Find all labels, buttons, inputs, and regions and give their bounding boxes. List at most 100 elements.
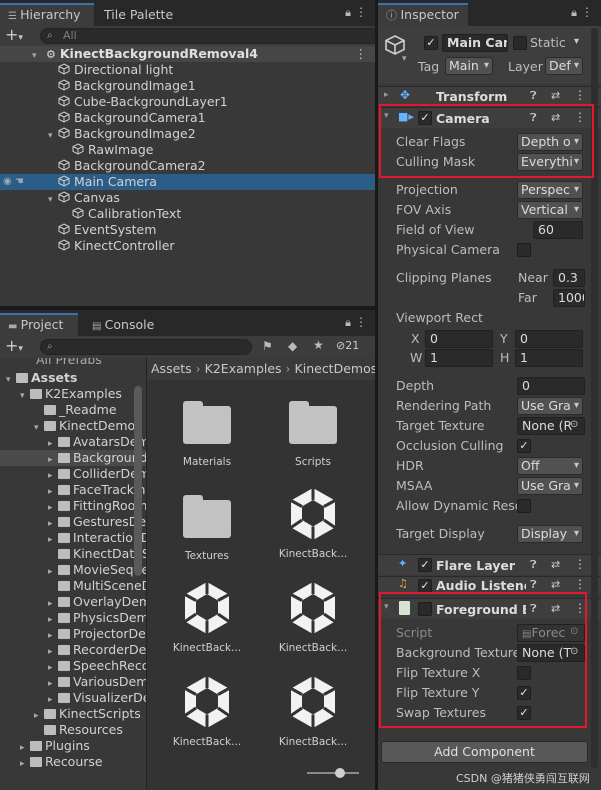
viewport-w-field[interactable]: 1 xyxy=(425,349,493,367)
project-tree-item[interactable]: _Readme xyxy=(0,402,146,418)
project-tree-item[interactable]: ▸FittingRoomDemo xyxy=(0,498,146,514)
chevron-right-icon[interactable]: ▸ xyxy=(20,756,30,772)
add-button[interactable]: +▾ xyxy=(5,26,23,47)
hdr-dropdown[interactable]: Off xyxy=(517,457,583,475)
hierarchy-item[interactable]: KinectController xyxy=(0,238,375,254)
depth-field[interactable]: 0 xyxy=(517,377,585,395)
hierarchy-item[interactable]: Directional light xyxy=(0,62,375,78)
project-tree-item[interactable]: MultiSceneDemo xyxy=(0,578,146,594)
project-tree-item[interactable]: ▸BackgroundRemovalDemo xyxy=(0,450,146,466)
tab-inspector[interactable]: ⓘ Inspector xyxy=(378,3,468,26)
flare-layer-component-header[interactable]: ✦ ✓ Flare Layer ❓︎ ⇄ ⋮ xyxy=(378,554,601,575)
breadcrumb-item[interactable]: K2Examples xyxy=(205,361,282,376)
visibility-eye-icon[interactable]: ◉ ☚ xyxy=(3,174,24,190)
project-tree-item[interactable]: ▸SpeechRecognitionDemo xyxy=(0,658,146,674)
tab-console[interactable]: ▤ Console xyxy=(84,313,162,336)
msaa-dropdown[interactable]: Use Gra xyxy=(517,477,583,495)
zoom-slider[interactable] xyxy=(307,768,359,778)
viewport-y-field[interactable]: 0 xyxy=(515,330,583,348)
hierarchy-item[interactable]: ▾ Canvas xyxy=(0,190,375,206)
occlusion-culling-checkbox[interactable]: ✓ xyxy=(517,439,531,453)
static-dropdown-arrow[interactable]: ▾ xyxy=(574,36,579,47)
breadcrumb-item[interactable]: KinectDemos xyxy=(295,361,375,376)
hidden-packages-toggle[interactable]: ⊘21 xyxy=(336,339,359,352)
breadcrumb-item[interactable]: Assets xyxy=(151,361,192,376)
project-tree-item[interactable]: ▸ Plugins xyxy=(0,738,146,754)
fov-field[interactable]: 60 xyxy=(533,221,583,239)
hierarchy-item[interactable]: ▾ BackgroundImage2 xyxy=(0,126,375,142)
more-options-icon[interactable]: ⋮ xyxy=(574,557,586,571)
project-tree-item[interactable]: ▸VisualizerDemo xyxy=(0,690,146,706)
project-tree-item[interactable]: ▸GesturesDemo xyxy=(0,514,146,530)
zoom-slider-handle[interactable] xyxy=(335,768,345,778)
hierarchy-item[interactable]: CalibrationText xyxy=(0,206,375,222)
hierarchy-item[interactable]: BackgroundCamera1 xyxy=(0,110,375,126)
asset-scene[interactable]: KinectBack... xyxy=(261,580,365,654)
physical-camera-checkbox[interactable] xyxy=(517,243,531,257)
lock-icon[interactable]: 🔒︎ xyxy=(345,6,351,20)
layer-dropdown[interactable]: Def xyxy=(545,57,583,75)
tab-hierarchy[interactable]: ☰ Hierarchy xyxy=(0,3,94,26)
lock-icon[interactable]: 🔒︎ xyxy=(571,6,577,20)
rendering-path-dropdown[interactable]: Use Gra xyxy=(517,397,583,415)
icon-dropdown-arrow[interactable]: ▾ xyxy=(402,54,407,64)
more-options-icon[interactable]: ⋮ xyxy=(355,46,368,62)
project-tree-item[interactable]: ▸AvatarsDemo xyxy=(0,434,146,450)
project-tree-item[interactable]: ▸PhysicsDemo xyxy=(0,610,146,626)
project-tree-item[interactable]: ▸FaceTrackingDemo xyxy=(0,482,146,498)
search-input[interactable]: ⌕ xyxy=(40,339,252,355)
flare-enabled-checkbox[interactable]: ✓ xyxy=(418,558,432,572)
object-name-field[interactable]: Main Cam xyxy=(442,34,508,52)
project-tree-item[interactable]: ▸RecorderDemo xyxy=(0,642,146,658)
asset-folder[interactable]: Materials xyxy=(155,392,259,468)
project-tree-item[interactable]: KinectDataServer xyxy=(0,546,146,562)
near-field[interactable]: 0.3 xyxy=(553,269,585,287)
far-field[interactable]: 1000 xyxy=(553,289,585,307)
scene-row[interactable]: ▾ ⚙ KinectBackgroundRemoval4 ⋮ xyxy=(0,46,375,62)
project-tree-item[interactable]: ▾ Assets xyxy=(0,370,146,386)
hierarchy-item[interactable]: RawImage xyxy=(0,142,375,158)
add-button[interactable]: +▾ xyxy=(5,337,23,358)
preset-icon[interactable]: ⇄ xyxy=(551,89,560,102)
transform-component-header[interactable]: ▸ ✥ Transform ❓︎ ⇄ ⋮ xyxy=(378,86,601,106)
target-display-dropdown[interactable]: Display xyxy=(517,525,583,543)
tree-scrollbar[interactable] xyxy=(134,386,142,576)
more-options-icon[interactable]: ⋮ xyxy=(355,315,367,329)
hierarchy-item[interactable]: BackgroundCamera2 xyxy=(0,158,375,174)
project-tree-item[interactable]: ▸ Recourse xyxy=(0,754,146,770)
favorite-icon[interactable]: ★ xyxy=(313,338,324,352)
tag-dropdown[interactable]: Main xyxy=(445,57,493,75)
active-checkbox[interactable]: ✓ xyxy=(424,36,438,50)
static-checkbox[interactable] xyxy=(513,36,527,50)
project-tree-item[interactable]: ▸MovieSequenceDemo xyxy=(0,562,146,578)
asset-scene[interactable]: KinectBack... xyxy=(155,580,259,654)
project-tree-item[interactable]: ▾ K2Examples xyxy=(0,386,146,402)
add-component-button[interactable]: Add Component xyxy=(381,741,588,763)
tab-tile-palette[interactable]: Tile Palette xyxy=(96,3,181,26)
asset-folder[interactable]: Textures xyxy=(155,486,259,562)
more-options-icon[interactable]: ⋮ xyxy=(574,577,586,591)
tab-project[interactable]: ▬ Project xyxy=(0,313,78,336)
viewport-h-field[interactable]: 1 xyxy=(515,349,583,367)
asset-scene[interactable]: KinectBack... xyxy=(155,674,259,748)
more-options-icon[interactable]: ⋮ xyxy=(355,5,367,19)
dynamic-resolution-checkbox[interactable] xyxy=(517,499,531,513)
project-tree-item[interactable]: ▸VariousDemos xyxy=(0,674,146,690)
lock-icon[interactable]: 🔒︎ xyxy=(345,316,351,330)
project-tree-item[interactable]: ▸ProjectorDemo xyxy=(0,626,146,642)
project-tree-item[interactable]: ▸ColliderDemo xyxy=(0,466,146,482)
viewport-x-field[interactable]: 0 xyxy=(425,330,493,348)
hierarchy-item[interactable]: BackgroundImage1 xyxy=(0,78,375,94)
preset-icon[interactable]: ⇄ xyxy=(551,558,560,571)
hierarchy-item[interactable]: Main Camera ◉ ☚ xyxy=(0,174,375,190)
help-icon[interactable]: ❓︎ xyxy=(530,89,537,103)
label-filter-icon[interactable]: ◆ xyxy=(288,339,297,353)
fov-axis-dropdown[interactable]: Vertical xyxy=(517,201,583,219)
object-picker-icon[interactable]: ⊙ xyxy=(570,419,578,430)
help-icon[interactable]: ❓︎ xyxy=(530,578,537,592)
search-input[interactable]: ⌕ All xyxy=(40,28,380,44)
project-tree-item[interactable]: ▾ KinectDemos xyxy=(0,418,146,434)
search-by-type-icon[interactable]: ⚑ xyxy=(262,339,273,353)
projection-dropdown[interactable]: Perspec xyxy=(517,181,583,199)
project-tree-item[interactable]: Resources xyxy=(0,722,146,738)
